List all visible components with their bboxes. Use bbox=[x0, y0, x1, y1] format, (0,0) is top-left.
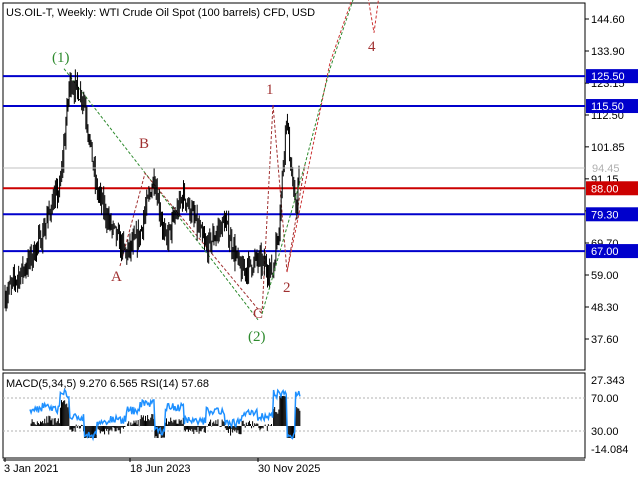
wave-label-c: C bbox=[253, 306, 263, 322]
trading-chart[interactable]: 144.60133.90123.15112.50101.8591.1580.45… bbox=[0, 0, 640, 480]
current-price-label: 94.45 bbox=[592, 163, 620, 175]
price-tick-label: 101.85 bbox=[591, 142, 625, 154]
level-price-label: 125.50 bbox=[591, 71, 625, 83]
wave-label-2-minor: 2 bbox=[283, 280, 291, 296]
price-tick-label: 37.60 bbox=[591, 334, 619, 346]
price-tick-label: 144.60 bbox=[591, 14, 625, 26]
indicator-tick-top: 27.343 bbox=[591, 375, 625, 387]
wave-label-1-minor: 1 bbox=[266, 82, 274, 98]
level-price-label: 88.00 bbox=[591, 183, 619, 195]
price-tick-label: 59.00 bbox=[591, 270, 619, 282]
indicator-title: MACD(5,34,5) 9.270 6.565 RSI(14) 57.68 bbox=[6, 378, 209, 390]
wave-label-b: B bbox=[139, 136, 149, 152]
wave-label-1-major: (1) bbox=[52, 50, 70, 66]
indicator-tick-bottom: -14.084 bbox=[591, 444, 628, 456]
wave-label-a: A bbox=[111, 269, 122, 285]
indicator-tick-30: 30.00 bbox=[591, 426, 619, 438]
wave-label-4-minor: 4 bbox=[368, 39, 376, 55]
time-label-1: 3 Jan 2021 bbox=[4, 463, 58, 475]
chart-title: US.OIL-T, Weekly: WTI Crude Oil Spot (10… bbox=[6, 7, 315, 19]
level-price-label: 67.00 bbox=[591, 246, 619, 258]
price-axis: 144.60133.90123.15112.50101.8591.1580.45… bbox=[585, 14, 625, 346]
indicator-tick-70: 70.00 bbox=[591, 393, 619, 405]
level-price-label: 115.50 bbox=[591, 101, 624, 113]
price-tick-label: 48.30 bbox=[591, 302, 619, 314]
wave-label-2-major: (2) bbox=[248, 329, 266, 345]
time-label-3: 30 Nov 2025 bbox=[258, 463, 320, 475]
price-tick-label: 133.90 bbox=[591, 46, 625, 58]
level-price-label: 79.30 bbox=[591, 209, 619, 221]
time-label-2: 18 Jun 2023 bbox=[130, 463, 191, 475]
